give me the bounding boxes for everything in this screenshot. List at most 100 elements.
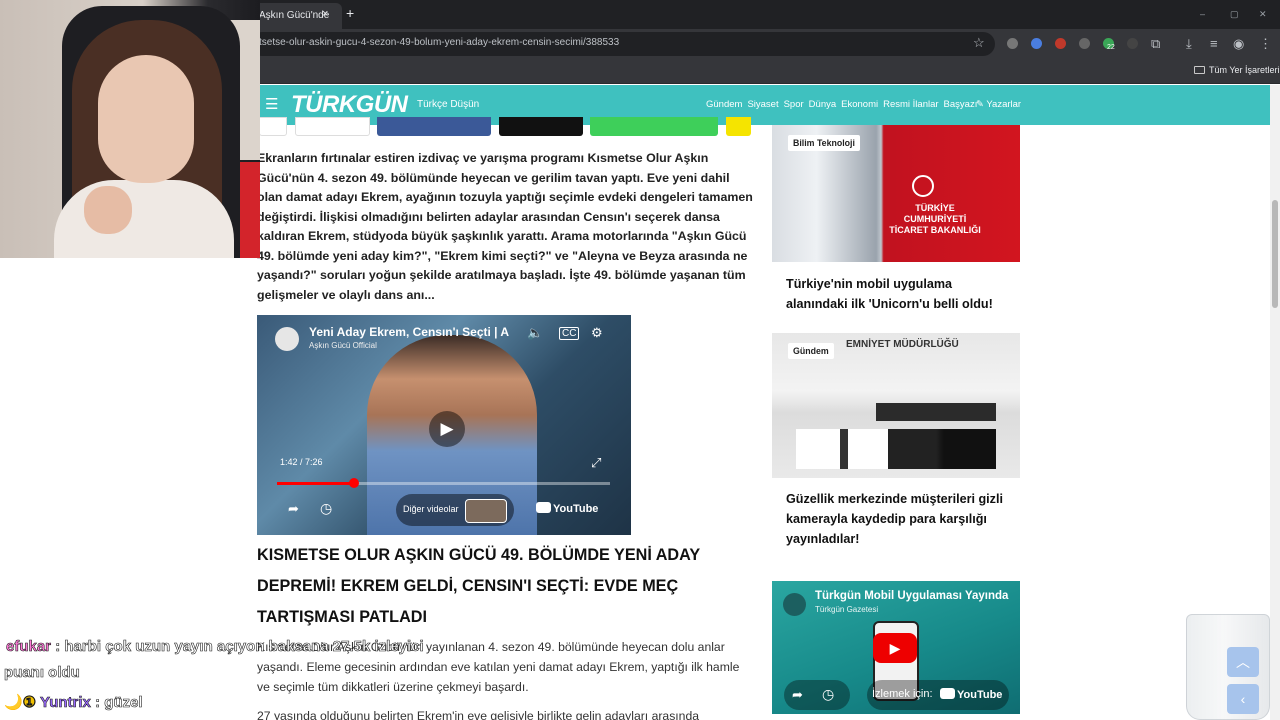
- share-button[interactable]: [259, 117, 287, 136]
- close-window-button[interactable]: ✕: [1259, 8, 1267, 20]
- play-icon[interactable]: ▶: [429, 411, 465, 447]
- extension-icon[interactable]: [1031, 38, 1042, 49]
- fullscreen-icon[interactable]: ⤢: [591, 455, 601, 471]
- nav-item-dunya[interactable]: Dünya: [809, 99, 836, 110]
- nav-item-siyaset[interactable]: Siyaset: [747, 99, 778, 110]
- article-heading: KISMETSE OLUR AŞKIN GÜCÜ 49. BÖLÜMDE YEN…: [257, 546, 700, 626]
- nav-arrow-button[interactable]: ‹: [1227, 684, 1259, 714]
- news-card[interactable]: TÜRKİYE CUMHURİYETİ TİCARET BAKANLIĞI Bi…: [772, 125, 1020, 321]
- settings-gear-icon[interactable]: ⚙: [591, 325, 603, 341]
- whatsapp-share-button[interactable]: [590, 117, 718, 136]
- video-progress-fill: [277, 482, 354, 485]
- captions-icon[interactable]: CC: [559, 327, 580, 340]
- phones-row: [876, 403, 996, 421]
- more-videos-label: Diğer videolar: [403, 504, 459, 514]
- all-bookmarks-link[interactable]: Tüm Yer İşaretleri: [1209, 65, 1280, 75]
- watch-later-icon[interactable]: ◷: [320, 500, 332, 517]
- maximize-button[interactable]: ▢: [1230, 8, 1239, 20]
- nav-item-yazarlar[interactable]: ✎ Yazarlar: [976, 99, 1021, 111]
- bookmark-star-icon[interactable]: ☆: [973, 36, 985, 49]
- x-share-button[interactable]: [499, 117, 583, 136]
- nav-item-resmi-ilanlar[interactable]: Resmi İlanlar: [883, 99, 938, 110]
- hamburger-menu-icon[interactable]: ☰: [265, 97, 278, 112]
- extension-icon[interactable]: [1007, 38, 1018, 49]
- streamer-hand: [84, 186, 132, 234]
- scrollbar-thumb[interactable]: [1272, 200, 1278, 308]
- chat-username: Yuntrix: [40, 694, 91, 712]
- promo-video[interactable]: Türkgün Mobil Uygulaması Yayında Türkgün…: [772, 581, 1020, 714]
- news-card[interactable]: EMNİYET MÜDÜRLÜĞÜ Gündem Güzellik merkez…: [772, 333, 1020, 559]
- share-button[interactable]: [726, 117, 751, 136]
- volume-icon[interactable]: 🔈: [527, 325, 543, 341]
- news-card-title[interactable]: Güzellik merkezinde müşterileri gizli ka…: [786, 489, 1008, 549]
- news-card-title[interactable]: Türkiye'nin mobil uygulama alanındaki il…: [786, 274, 1008, 314]
- streamer-body: [54, 180, 234, 258]
- download-icon[interactable]: ⤓: [1186, 36, 1192, 52]
- scroll-top-button[interactable]: ︿: [1227, 647, 1259, 677]
- chat-text: : güzel: [95, 694, 143, 712]
- url-text[interactable]: tsetse-olur-askin-gucu-4-sezon-49-bolum-…: [259, 37, 619, 48]
- profile-icon[interactable]: ◉: [1233, 36, 1244, 52]
- promo-title[interactable]: Türkgün Mobil Uygulaması Yayında: [815, 590, 1008, 602]
- main-nav: Gündem Siyaset Spor Dünya Ekonomi Resmi İlanl…: [706, 99, 982, 111]
- channel-avatar[interactable]: [275, 327, 299, 351]
- tab-title: Aşkın Gücü'nde: [259, 10, 330, 21]
- card-image-sign: TÜRKİYE CUMHURİYETİ TİCARET BAKANLIĞI: [889, 203, 981, 235]
- promo-channel[interactable]: Türkgün Gazetesi: [815, 605, 878, 614]
- share-button[interactable]: [295, 117, 370, 136]
- minimize-button[interactable]: –: [1200, 8, 1205, 20]
- play-icon[interactable]: ▶: [873, 633, 917, 663]
- article-paragraph: 27 yaşında olduğunu belirten Ekrem'in ev…: [257, 709, 700, 720]
- site-tagline: Türkçe Düşün: [417, 99, 480, 110]
- chat-badge-icon: 🌙❶: [4, 694, 37, 712]
- nav-item-ekonomi[interactable]: Ekonomi: [841, 99, 878, 110]
- youtube-icon: [940, 688, 955, 699]
- video-time: 1:42 / 7:26: [280, 457, 323, 467]
- webcam-overlay: [0, 0, 260, 258]
- video-progress-bar[interactable]: [277, 478, 610, 488]
- embedded-video[interactable]: Yeni Aday Ekrem, Censın'ı Seçti | A Aşkı…: [257, 315, 631, 535]
- nav-item-spor[interactable]: Spor: [784, 99, 804, 110]
- chat-message: efukar : harbi çok uzun yayın açıyon bak…: [6, 638, 424, 656]
- screen: Aşkın Gücü'nde × + – ▢ ✕ tsetse-olur-ask…: [0, 0, 1280, 720]
- video-progress-knob[interactable]: [348, 478, 359, 488]
- article-lead: Ekranların fırtınalar estiren izdivaç ve…: [257, 151, 753, 302]
- category-badge[interactable]: Bilim Teknoloji: [788, 135, 860, 151]
- extension-icon[interactable]: [1079, 38, 1090, 49]
- channel-avatar[interactable]: [783, 593, 806, 616]
- watch-later-icon[interactable]: ◷: [822, 686, 834, 703]
- chat-message: 🌙❶ Yuntrix : güzel: [4, 693, 143, 712]
- category-badge[interactable]: Gündem: [788, 343, 834, 359]
- chat-username: efukar: [6, 638, 52, 656]
- youtube-logo[interactable]: YouTube: [536, 502, 598, 515]
- nav-item-gundem[interactable]: Gündem: [706, 99, 742, 110]
- site-logo[interactable]: TÜRKGÜN: [291, 90, 408, 120]
- emblem-icon: [912, 175, 934, 197]
- extension-badge: 22: [1107, 44, 1115, 51]
- tab-close-icon[interactable]: ×: [322, 9, 328, 20]
- more-videos-thumbnail: [465, 499, 507, 523]
- youtube-logo[interactable]: YouTube: [940, 688, 1002, 701]
- extensions-puzzle-icon[interactable]: ⧉: [1151, 36, 1160, 52]
- extension-icon[interactable]: [1127, 38, 1138, 49]
- nav-item-basyazi[interactable]: Başyazı: [944, 99, 978, 110]
- share-icon[interactable]: ➦: [792, 687, 803, 703]
- share-icon[interactable]: ➦: [288, 501, 299, 517]
- youtube-icon: [536, 502, 551, 513]
- streamer-face: [98, 55, 194, 183]
- reading-list-icon[interactable]: ≡: [1210, 36, 1218, 51]
- facebook-share-button[interactable]: [377, 117, 491, 136]
- extension-icon[interactable]: [1055, 38, 1066, 49]
- video-title[interactable]: Yeni Aday Ekrem, Censın'ı Seçti | A: [309, 325, 509, 339]
- menu-kebab-icon[interactable]: ⋮: [1259, 36, 1272, 52]
- chat-text: : harbi çok uzun yayın açıyon baksana 27…: [55, 638, 424, 656]
- card-image-sign: EMNİYET MÜDÜRLÜĞÜ: [846, 339, 959, 350]
- page-scrollbar[interactable]: [1270, 85, 1280, 720]
- chat-message: puanı oldu: [4, 664, 80, 682]
- laptops-row: [796, 429, 996, 469]
- folder-icon: [1194, 66, 1205, 74]
- chat-text: puanı oldu: [4, 664, 80, 682]
- new-tab-button[interactable]: +: [346, 6, 354, 20]
- video-channel[interactable]: Aşkın Gücü Official: [309, 341, 377, 350]
- watch-label: İzlemek için:: [872, 688, 933, 700]
